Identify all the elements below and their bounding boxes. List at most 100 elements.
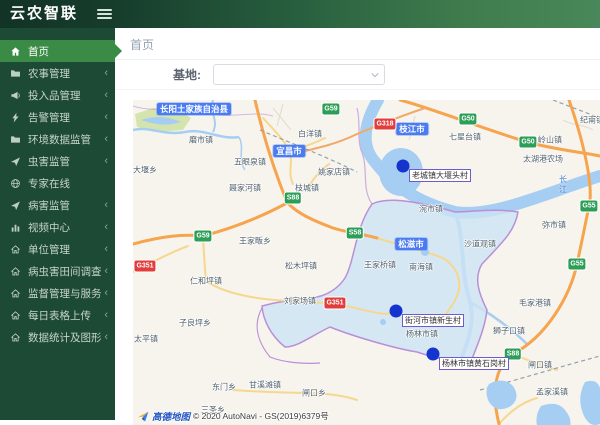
chevron-left-icon: ‹ bbox=[104, 287, 108, 299]
app-header: 云农智联 bbox=[0, 0, 600, 28]
sidebar-item-label: 环境数据监管 bbox=[28, 133, 91, 146]
map-region-label: 宜昌市 bbox=[273, 145, 305, 157]
map-marker-label[interactable]: 街河市镇新生村 bbox=[402, 314, 464, 327]
sidebar-item-data-stats-graph[interactable]: 数据统计及图形分析‹ bbox=[0, 326, 115, 348]
map-town-label: 姚家店镇 bbox=[318, 167, 350, 177]
road-badge-s58: S58 bbox=[346, 227, 364, 239]
megaphone-icon bbox=[10, 90, 21, 101]
map-marker-dot[interactable] bbox=[389, 304, 403, 318]
map-town-label: 沙道观镇 bbox=[464, 239, 496, 249]
breadcrumb: 首页 bbox=[115, 28, 600, 60]
sidebar-item-label: 数据统计及图形分析 bbox=[28, 331, 102, 344]
sidebar-item-label: 虫害监管 bbox=[28, 155, 70, 168]
base-select-label: 基地: bbox=[173, 68, 201, 82]
app-title: 云农智联 bbox=[10, 5, 79, 22]
map-town-label: 南海镇 bbox=[409, 262, 433, 272]
map-town-label: 刘家场镇 bbox=[284, 296, 316, 306]
map-town-label: 杨林市镇 bbox=[406, 329, 438, 339]
map-town-label: 七星台镇 bbox=[449, 132, 481, 142]
sidebar-item-home[interactable]: 首页 bbox=[0, 40, 122, 62]
main-content: 首页 基地: 磨市镇 大堰乡 五眼泉镇 聂家河镇 白洋镇 姚家店镇 枝城镇 七星… bbox=[115, 28, 600, 425]
map-town-label: 弥市镇 bbox=[542, 220, 566, 230]
river-label: 长江 bbox=[558, 175, 568, 195]
sidebar-item-label: 首页 bbox=[28, 45, 49, 58]
map-town-label: 子良坪乡 bbox=[179, 318, 211, 328]
map-region-label: 枝江市 bbox=[396, 123, 428, 135]
map-marker-dot[interactable] bbox=[426, 347, 440, 361]
map-region-label: 松滋市 bbox=[395, 238, 427, 250]
map-town-label: 闸口乡 bbox=[302, 388, 326, 398]
map-marker-label[interactable]: 老城镇大堰头村 bbox=[409, 169, 471, 182]
folder-icon bbox=[10, 134, 21, 145]
map-marker-label[interactable]: 杨林市镇黄石岗村 bbox=[439, 357, 509, 370]
sidebar-item-env-data-supervision[interactable]: 环境数据监管 ‹ bbox=[0, 128, 115, 150]
home-outline-icon bbox=[10, 310, 21, 321]
road-badge-g55: G55 bbox=[580, 200, 598, 212]
sidebar-item-label: 每日表格上传 bbox=[28, 309, 91, 322]
sidebar-item-video-center[interactable]: 视频中心 ‹ bbox=[0, 216, 115, 238]
home-outline-icon bbox=[10, 244, 21, 255]
hamburger-icon[interactable] bbox=[97, 9, 112, 19]
map-town-label: 王家畈乡 bbox=[239, 236, 271, 246]
sidebar-item-unit-mgmt[interactable]: 单位管理 ‹ bbox=[0, 238, 115, 260]
home-outline-icon bbox=[10, 288, 21, 299]
road-badge-g351: G351 bbox=[134, 260, 156, 272]
chevron-left-icon: ‹ bbox=[104, 155, 108, 167]
sidebar-item-input-goods-mgmt[interactable]: 投入品管理 ‹ bbox=[0, 84, 115, 106]
map-town-label: 狮子口镇 bbox=[493, 326, 525, 336]
sidebar-item-farming-mgmt[interactable]: 农事管理 ‹ bbox=[0, 62, 115, 84]
map-town-label: 孟家溪镇 bbox=[536, 387, 568, 397]
chevron-left-icon: ‹ bbox=[104, 111, 108, 123]
sidebar-item-disease-supervision[interactable]: 病害监管 ‹ bbox=[0, 194, 115, 216]
road-badge-s88: S88 bbox=[284, 192, 302, 204]
map-marker-dot[interactable] bbox=[396, 159, 410, 173]
sidebar-item-expert-online[interactable]: 专家在线 bbox=[0, 172, 115, 194]
breadcrumb-item-home[interactable]: 首页 bbox=[130, 38, 154, 52]
send-icon bbox=[10, 200, 21, 211]
map-overlays: 磨市镇大堰乡五眼泉镇聂家河镇白洋镇姚家店镇枝城镇七星台镇八岭山镇纪南镇太湖港农场… bbox=[133, 100, 600, 425]
sidebar-item-field-survey-data[interactable]: 病虫害田间调查数据‹ bbox=[0, 260, 115, 282]
map-town-label: 纪南镇 bbox=[580, 115, 600, 125]
map-attribution: 高德地图 © 2020 AutoNavi - GS(2019)6379号 bbox=[137, 409, 329, 423]
home-outline-icon bbox=[10, 332, 21, 343]
map-town-label: 聂家河镇 bbox=[229, 183, 261, 193]
map-town-label: 闸口镇 bbox=[528, 360, 552, 370]
sidebar-item-label: 专家在线 bbox=[28, 177, 70, 190]
sidebar: 首页 农事管理 ‹ 投入品管理 ‹ 告警管理 ‹ 环境数据监管 ‹ 虫害监管 ‹ 专家在线 病害监管 ‹ 视… bbox=[0, 28, 122, 420]
sidebar-item-daily-form-upload[interactable]: 每日表格上传 ‹ bbox=[0, 304, 115, 326]
chevron-left-icon: ‹ bbox=[104, 309, 108, 321]
road-badge-g55: G55 bbox=[568, 258, 586, 270]
bolt-icon bbox=[10, 112, 21, 123]
map-town-label: 太平镇 bbox=[134, 334, 158, 344]
sidebar-item-pest-supervision[interactable]: 虫害监管 ‹ bbox=[0, 150, 115, 172]
chevron-left-icon: ‹ bbox=[104, 199, 108, 211]
sidebar-item-supervision-service-system[interactable]: 监督管理与服务系统‹ bbox=[0, 282, 115, 304]
home-outline-icon bbox=[10, 266, 21, 277]
chevron-left-icon: ‹ bbox=[104, 265, 108, 277]
chart-icon bbox=[10, 222, 21, 233]
map-town-label: 东门乡 bbox=[212, 382, 236, 392]
chevron-left-icon: ‹ bbox=[104, 67, 108, 79]
map-town-label: 五眼泉镇 bbox=[234, 157, 266, 167]
sidebar-item-alarm-mgmt[interactable]: 告警管理 ‹ bbox=[0, 106, 115, 128]
sidebar-item-label: 监督管理与服务系统 bbox=[28, 287, 102, 300]
globe-icon bbox=[10, 178, 21, 189]
map-region-label: 长阳土家族自治县 bbox=[156, 103, 232, 115]
map-copyright: © 2020 AutoNavi - GS(2019)6379号 bbox=[193, 411, 329, 421]
amap-logo-icon bbox=[137, 411, 149, 421]
base-select[interactable] bbox=[213, 64, 385, 85]
chevron-left-icon: ‹ bbox=[104, 133, 108, 145]
chevron-left-icon: ‹ bbox=[104, 331, 108, 343]
map-town-label: 甘溪滩镇 bbox=[249, 380, 281, 390]
sidebar-item-label: 视频中心 bbox=[28, 221, 70, 234]
base-filter-row: 基地: bbox=[115, 60, 600, 90]
chevron-left-icon: ‹ bbox=[104, 221, 108, 233]
road-badge-g351: G351 bbox=[324, 297, 346, 309]
map-town-label: 磨市镇 bbox=[189, 135, 213, 145]
chevron-left-icon: ‹ bbox=[104, 243, 108, 255]
road-badge-g59: G59 bbox=[322, 103, 340, 115]
chevron-left-icon: ‹ bbox=[104, 89, 108, 101]
map-canvas[interactable]: 磨市镇大堰乡五眼泉镇聂家河镇白洋镇姚家店镇枝城镇七星台镇八岭山镇纪南镇太湖港农场… bbox=[133, 100, 600, 425]
map-town-label: 大堰乡 bbox=[133, 165, 157, 175]
road-badge-g59: G59 bbox=[194, 230, 212, 242]
